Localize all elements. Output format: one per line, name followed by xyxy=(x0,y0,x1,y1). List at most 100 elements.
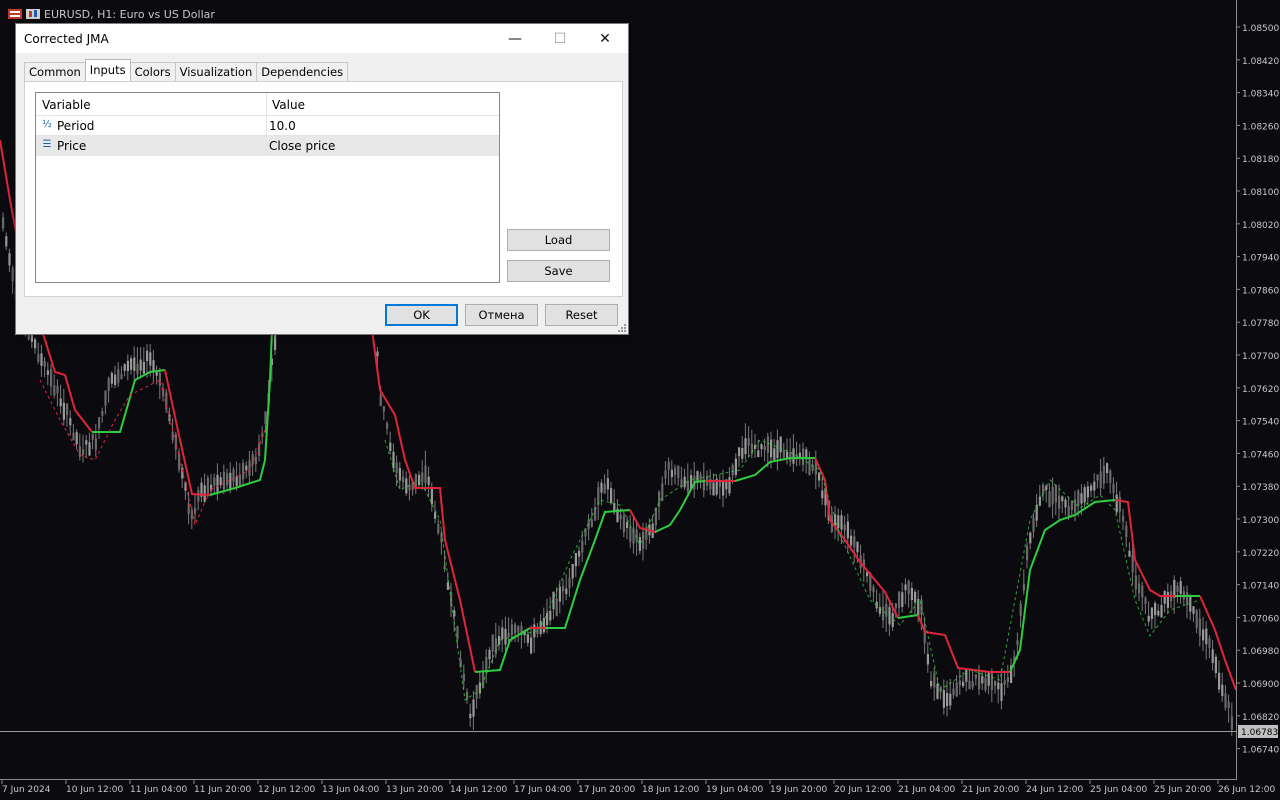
candle-body xyxy=(942,689,945,708)
table-header: Variable Value xyxy=(36,93,499,116)
candle-body xyxy=(968,680,971,690)
candle-body xyxy=(882,606,885,621)
candle-body xyxy=(229,472,232,489)
candle-body xyxy=(952,688,955,696)
candle-body xyxy=(590,519,593,527)
candle-body xyxy=(213,477,216,486)
tab-visualization[interactable]: Visualization xyxy=(174,62,258,81)
candle-body xyxy=(1138,583,1141,594)
candle-body xyxy=(424,465,427,484)
price-tick-label: 1.07540 xyxy=(1242,418,1279,428)
candle-body xyxy=(1221,684,1224,697)
candle-body xyxy=(1083,487,1086,503)
price-tick-label: 1.07620 xyxy=(1242,385,1279,395)
candle-body xyxy=(974,674,977,679)
table-row-period[interactable]: ½ Period 10.0 xyxy=(36,116,499,136)
candle-body xyxy=(130,358,133,370)
close-button[interactable]: ✕ xyxy=(582,24,628,53)
candle-body xyxy=(466,691,469,700)
candle-body xyxy=(1157,610,1160,616)
candle-body xyxy=(1115,494,1118,513)
candle-body xyxy=(1176,585,1179,592)
candle-body xyxy=(907,580,910,595)
column-header-variable[interactable]: Variable xyxy=(42,98,91,112)
candle-body xyxy=(251,454,254,465)
price-tick-label: 1.06900 xyxy=(1242,680,1279,690)
candle-body xyxy=(600,482,603,493)
chart-type-icon xyxy=(8,9,22,19)
candle-body xyxy=(1064,499,1067,508)
cancel-button[interactable]: Отмена xyxy=(465,304,538,326)
load-button[interactable]: Load xyxy=(507,229,610,251)
candle-body xyxy=(526,634,529,643)
candle-body xyxy=(62,402,65,420)
tab-common[interactable]: Common xyxy=(24,62,86,81)
candle-body xyxy=(734,458,737,475)
candle-body xyxy=(770,439,773,458)
indicator-dialog: Corrected JMA — ☐ ✕ Common Inputs Colors… xyxy=(15,23,629,335)
candle-body xyxy=(72,432,75,441)
candle-body xyxy=(133,357,136,371)
time-tick-label: 21 Jun 04:00 xyxy=(898,785,955,795)
candle-body xyxy=(50,369,53,387)
candle-body xyxy=(962,681,965,687)
time-tick-label: 21 Jun 20:00 xyxy=(962,785,1019,795)
candle-body xyxy=(88,442,91,456)
save-button[interactable]: Save xyxy=(507,260,610,282)
candle-body xyxy=(488,649,491,660)
time-tick-label: 14 Jun 12:00 xyxy=(450,785,507,795)
candle-body xyxy=(1003,680,1006,685)
tab-dependencies[interactable]: Dependencies xyxy=(256,62,349,81)
reset-button[interactable]: Reset xyxy=(545,304,618,326)
dialog-titlebar[interactable]: Corrected JMA — ☐ ✕ xyxy=(16,24,628,53)
tab-inputs[interactable]: Inputs xyxy=(84,59,131,81)
candle-body xyxy=(69,418,72,426)
ok-button[interactable]: OK xyxy=(385,304,458,326)
candle-body xyxy=(117,369,120,384)
candle-body xyxy=(933,673,936,688)
candle-body xyxy=(1058,495,1061,509)
candle-body xyxy=(747,438,750,446)
candle-body xyxy=(1134,575,1137,590)
candle-body xyxy=(853,536,856,548)
price-tick-label: 1.07300 xyxy=(1242,516,1279,526)
time-tick-label: 25 Jun 04:00 xyxy=(1090,785,1147,795)
candle-body xyxy=(1106,463,1109,474)
candle-body xyxy=(603,483,606,494)
candle-body xyxy=(85,440,88,445)
column-divider xyxy=(266,116,267,135)
candle-body xyxy=(613,503,616,511)
price-tick-label: 1.07700 xyxy=(1242,352,1279,362)
candle-body xyxy=(930,681,933,687)
candle-body xyxy=(216,474,219,492)
candle-body xyxy=(1067,506,1070,517)
period-value[interactable]: 10.0 xyxy=(269,119,296,133)
table-row-price[interactable]: ☰ Price Close price xyxy=(36,136,499,156)
candle-body xyxy=(46,370,49,375)
candle-body xyxy=(1131,554,1134,573)
candle-body xyxy=(568,577,571,589)
candle-body xyxy=(1195,610,1198,628)
price-value[interactable]: Close price xyxy=(269,139,335,153)
candle-body xyxy=(507,632,510,638)
minimize-button[interactable]: — xyxy=(492,24,538,53)
candle-body xyxy=(1224,693,1227,709)
candle-body xyxy=(453,610,456,617)
candle-body xyxy=(421,472,424,483)
candle-body xyxy=(1019,603,1022,616)
candle-body xyxy=(971,681,974,688)
resize-grip-icon[interactable] xyxy=(618,324,626,332)
tab-colors[interactable]: Colors xyxy=(129,62,176,81)
candle-body xyxy=(667,461,670,470)
candle-body xyxy=(514,624,517,634)
candle-body xyxy=(226,473,229,486)
column-divider[interactable] xyxy=(266,93,267,115)
candle-body xyxy=(1163,590,1166,604)
candle-body xyxy=(34,339,37,349)
candle-body xyxy=(472,699,475,717)
candle-body xyxy=(434,512,437,519)
price-tick-label: 1.06740 xyxy=(1242,746,1279,756)
candle-body xyxy=(456,625,459,640)
column-header-value[interactable]: Value xyxy=(272,98,305,112)
candle-body xyxy=(1093,481,1096,491)
